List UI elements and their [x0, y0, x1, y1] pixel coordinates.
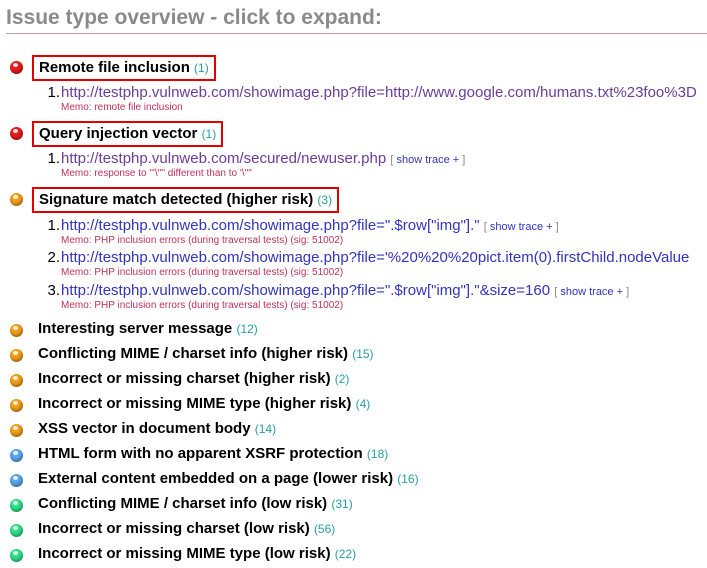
issue-count: (14): [254, 422, 277, 436]
issue-url-link[interactable]: http://testphp.vulnweb.com/showimage.php…: [61, 249, 689, 266]
issue-count: (1): [201, 127, 217, 141]
orange-severity-icon: [10, 399, 23, 412]
issue-label[interactable]: Conflicting MIME / charset info (low ris…: [38, 495, 353, 513]
issue-label[interactable]: Conflicting MIME / charset info (higher …: [38, 345, 374, 363]
blue-severity-icon: [10, 474, 23, 487]
issue-label[interactable]: External content embedded on a page (low…: [38, 470, 419, 488]
issue-url-link[interactable]: http://testphp.vulnweb.com/showimage.php…: [61, 84, 697, 101]
orange-severity-icon: [10, 193, 23, 206]
issue-label[interactable]: XSS vector in document body (14): [38, 420, 276, 438]
issue-label[interactable]: Incorrect or missing MIME type (low risk…: [38, 545, 356, 563]
issue-memo: Memo: remote file inclusion: [61, 102, 183, 113]
orange-severity-icon: [10, 349, 23, 362]
show-trace-link[interactable]: show trace +: [397, 154, 460, 166]
issue-memo: Memo: PHP inclusion errors (during trave…: [61, 267, 344, 278]
green-severity-icon: [10, 499, 23, 512]
issue-memo: Memo: PHP inclusion errors (during trave…: [61, 235, 344, 246]
issue-label[interactable]: Incorrect or missing charset (higher ris…: [38, 370, 349, 388]
issue-count: (31): [331, 497, 353, 511]
issue-memo: Memo: PHP inclusion errors (during trave…: [61, 300, 344, 311]
issue-count: (12): [236, 322, 258, 336]
show-trace-link[interactable]: show trace +: [560, 286, 623, 298]
issue-count: (3): [317, 193, 333, 207]
issue-label[interactable]: Query injection vector (1): [32, 121, 224, 147]
issue-memo: Memo: response to '"\'"' different than …: [61, 168, 252, 179]
orange-severity-icon: [10, 324, 23, 337]
orange-severity-icon: [10, 424, 23, 437]
orange-severity-icon: [10, 374, 23, 387]
issue-count: (4): [355, 397, 371, 411]
issue-label[interactable]: HTML form with no apparent XSRF protecti…: [38, 445, 388, 463]
issue-url-link[interactable]: http://testphp.vulnweb.com/showimage.php…: [61, 282, 550, 299]
issue-label[interactable]: Interesting server message (12): [38, 320, 258, 338]
issue-count: (22): [334, 547, 357, 561]
issue-count: (16): [397, 472, 419, 486]
blue-severity-icon: [10, 449, 23, 462]
issue-label[interactable]: Incorrect or missing charset (low risk) …: [38, 520, 335, 538]
red-severity-icon: [10, 61, 23, 74]
issue-label[interactable]: Signature match detected (higher risk) (…: [32, 187, 340, 213]
issue-label[interactable]: Remote file inclusion (1): [32, 55, 216, 81]
red-severity-icon: [10, 127, 23, 140]
issue-url-link[interactable]: http://testphp.vulnweb.com/showimage.php…: [61, 217, 480, 234]
issue-label[interactable]: Incorrect or missing MIME type (higher r…: [38, 395, 370, 413]
green-severity-icon: [10, 549, 23, 562]
page-title: Issue type overview - click to expand:: [6, 4, 707, 34]
issue-count: (18): [366, 447, 389, 461]
green-severity-icon: [10, 524, 23, 537]
show-trace-link[interactable]: show trace +: [490, 221, 553, 233]
issue-count: (15): [352, 347, 374, 361]
issue-count: (2): [334, 372, 350, 386]
issue-url-link[interactable]: http://testphp.vulnweb.com/secured/newus…: [61, 150, 386, 167]
issue-count: (56): [313, 522, 336, 536]
issue-count: (1): [194, 61, 209, 75]
